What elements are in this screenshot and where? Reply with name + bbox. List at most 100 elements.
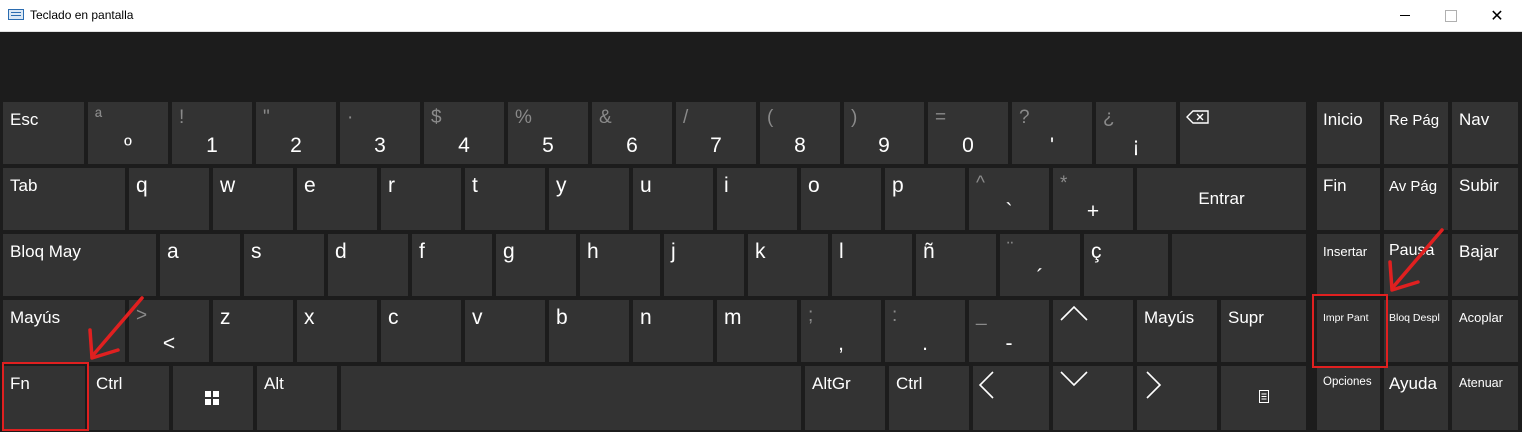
key-shift-label: ? xyxy=(1019,107,1030,128)
key-r[interactable]: r xyxy=(381,168,461,230)
key-label: m xyxy=(724,306,742,329)
key-nav[interactable]: Nav xyxy=(1452,102,1518,164)
key-h[interactable]: h xyxy=(580,234,660,296)
key-backspace[interactable] xyxy=(1180,102,1306,164)
key-d[interactable]: d xyxy=(328,234,408,296)
key-label: l xyxy=(839,240,844,263)
key-period[interactable]: :. xyxy=(885,300,965,362)
key-label: s xyxy=(251,240,262,263)
key-8[interactable]: (8 xyxy=(760,102,840,164)
key-9[interactable]: ) 9 xyxy=(844,102,924,164)
key-apostrophe[interactable]: ? ' xyxy=(1012,102,1092,164)
key-re-pag[interactable]: Re Pág xyxy=(1384,102,1448,164)
arrow-to-fn xyxy=(88,296,144,360)
key-s[interactable]: s xyxy=(244,234,324,296)
key-av-pag[interactable]: Av Pág xyxy=(1384,168,1448,230)
key-label: Mayús xyxy=(10,308,61,327)
key-ayuda[interactable]: Ayuda xyxy=(1384,366,1448,430)
key-space[interactable] xyxy=(341,366,801,430)
close-button[interactable]: ✕ xyxy=(1474,0,1520,31)
minimize-button[interactable] xyxy=(1382,0,1428,31)
key-subir[interactable]: Subir xyxy=(1452,168,1518,230)
key-altgr[interactable]: AltGr xyxy=(805,366,885,430)
key-y[interactable]: y xyxy=(549,168,629,230)
key-u[interactable]: u xyxy=(633,168,713,230)
key-6[interactable]: & 6 xyxy=(592,102,672,164)
key-p[interactable]: p xyxy=(885,168,965,230)
key-caps-lock[interactable]: Bloq May xyxy=(3,234,156,296)
key-arrow-right[interactable] xyxy=(1137,366,1217,430)
key-plus[interactable]: * + xyxy=(1053,168,1133,230)
key-minus[interactable]: _ - xyxy=(969,300,1049,362)
key-left-ctrl[interactable]: Ctrl xyxy=(89,366,169,430)
key-right-shift[interactable]: Mayús xyxy=(1137,300,1217,362)
key-x[interactable]: x xyxy=(297,300,377,362)
key-arrow-up[interactable] xyxy=(1053,300,1133,362)
key-label: d xyxy=(335,240,347,263)
key-bajar[interactable]: Bajar xyxy=(1452,234,1518,296)
minimize-icon xyxy=(1400,15,1410,16)
key-delete[interactable]: Supr xyxy=(1221,300,1306,362)
key-g[interactable]: g xyxy=(496,234,576,296)
key-context-menu[interactable] xyxy=(1221,366,1306,430)
key-c-cedilla[interactable]: ç xyxy=(1084,234,1168,296)
key-3[interactable]: · 3 xyxy=(340,102,420,164)
key-0[interactable]: = 0 xyxy=(928,102,1008,164)
key-j[interactable]: j xyxy=(664,234,744,296)
key-7[interactable]: /7 xyxy=(676,102,756,164)
key-enter[interactable]: Entrar xyxy=(1137,168,1306,230)
key-q[interactable]: q xyxy=(129,168,209,230)
key-t[interactable]: t xyxy=(465,168,545,230)
key-ordinal[interactable]: ªº xyxy=(88,102,168,164)
key-f[interactable]: f xyxy=(412,234,492,296)
key-atenuar[interactable]: Atenuar xyxy=(1452,366,1518,430)
key-e[interactable]: e xyxy=(297,168,377,230)
key-alt[interactable]: Alt xyxy=(257,366,337,430)
key-fin[interactable]: Fin xyxy=(1317,168,1380,230)
key-i[interactable]: i xyxy=(717,168,797,230)
key-arrow-down[interactable] xyxy=(1053,366,1133,430)
key-c[interactable]: c xyxy=(381,300,461,362)
key-enter-lower[interactable] xyxy=(1172,234,1306,296)
key-exclamation[interactable]: ¿ ¡ xyxy=(1096,102,1176,164)
key-m[interactable]: m xyxy=(717,300,797,362)
key-label: Subir xyxy=(1459,176,1499,195)
key-tab[interactable]: Tab xyxy=(3,168,125,230)
key-insertar[interactable]: Insertar xyxy=(1317,234,1380,296)
key-a[interactable]: a xyxy=(160,234,240,296)
key-b[interactable]: b xyxy=(549,300,629,362)
key-4[interactable]: $4 xyxy=(424,102,504,164)
key-o[interactable]: o xyxy=(801,168,881,230)
key-main-label: ´ xyxy=(1036,266,1044,289)
key-n[interactable]: n xyxy=(633,300,713,362)
key-acute[interactable]: ¨ ´ xyxy=(1000,234,1080,296)
key-right-ctrl[interactable]: Ctrl xyxy=(889,366,969,430)
key-w[interactable]: w xyxy=(213,168,293,230)
key-inicio[interactable]: Inicio xyxy=(1317,102,1380,164)
key-5[interactable]: % 5 xyxy=(508,102,588,164)
key-l[interactable]: l xyxy=(832,234,912,296)
key-label: b xyxy=(556,306,568,329)
key-bloq-despl[interactable]: Bloq Despl xyxy=(1384,300,1448,362)
key-label: Entrar xyxy=(1198,189,1245,208)
maximize-button[interactable] xyxy=(1428,0,1474,31)
key-opciones[interactable]: Opciones xyxy=(1317,366,1380,430)
key-label: Acoplar xyxy=(1459,310,1504,325)
key-2[interactable]: " 2 xyxy=(256,102,336,164)
key-z[interactable]: z xyxy=(213,300,293,362)
key-arrow-left[interactable] xyxy=(973,366,1049,430)
key-n-tilde[interactable]: ñ xyxy=(916,234,996,296)
key-grave[interactable]: ^ ` xyxy=(969,168,1049,230)
key-1[interactable]: ! 1 xyxy=(172,102,252,164)
key-comma[interactable]: ;, xyxy=(801,300,881,362)
key-main-label: 8 xyxy=(794,134,806,157)
key-acoplar[interactable]: Acoplar xyxy=(1452,300,1518,362)
key-k[interactable]: k xyxy=(748,234,828,296)
key-windows[interactable] xyxy=(173,366,253,430)
key-v[interactable]: v xyxy=(465,300,545,362)
key-esc[interactable]: Esc xyxy=(3,102,84,164)
key-main-label: 6 xyxy=(626,134,638,157)
key-label: Alt xyxy=(264,374,284,393)
key-main-label: + xyxy=(1086,200,1100,223)
key-label: ñ xyxy=(923,240,935,263)
